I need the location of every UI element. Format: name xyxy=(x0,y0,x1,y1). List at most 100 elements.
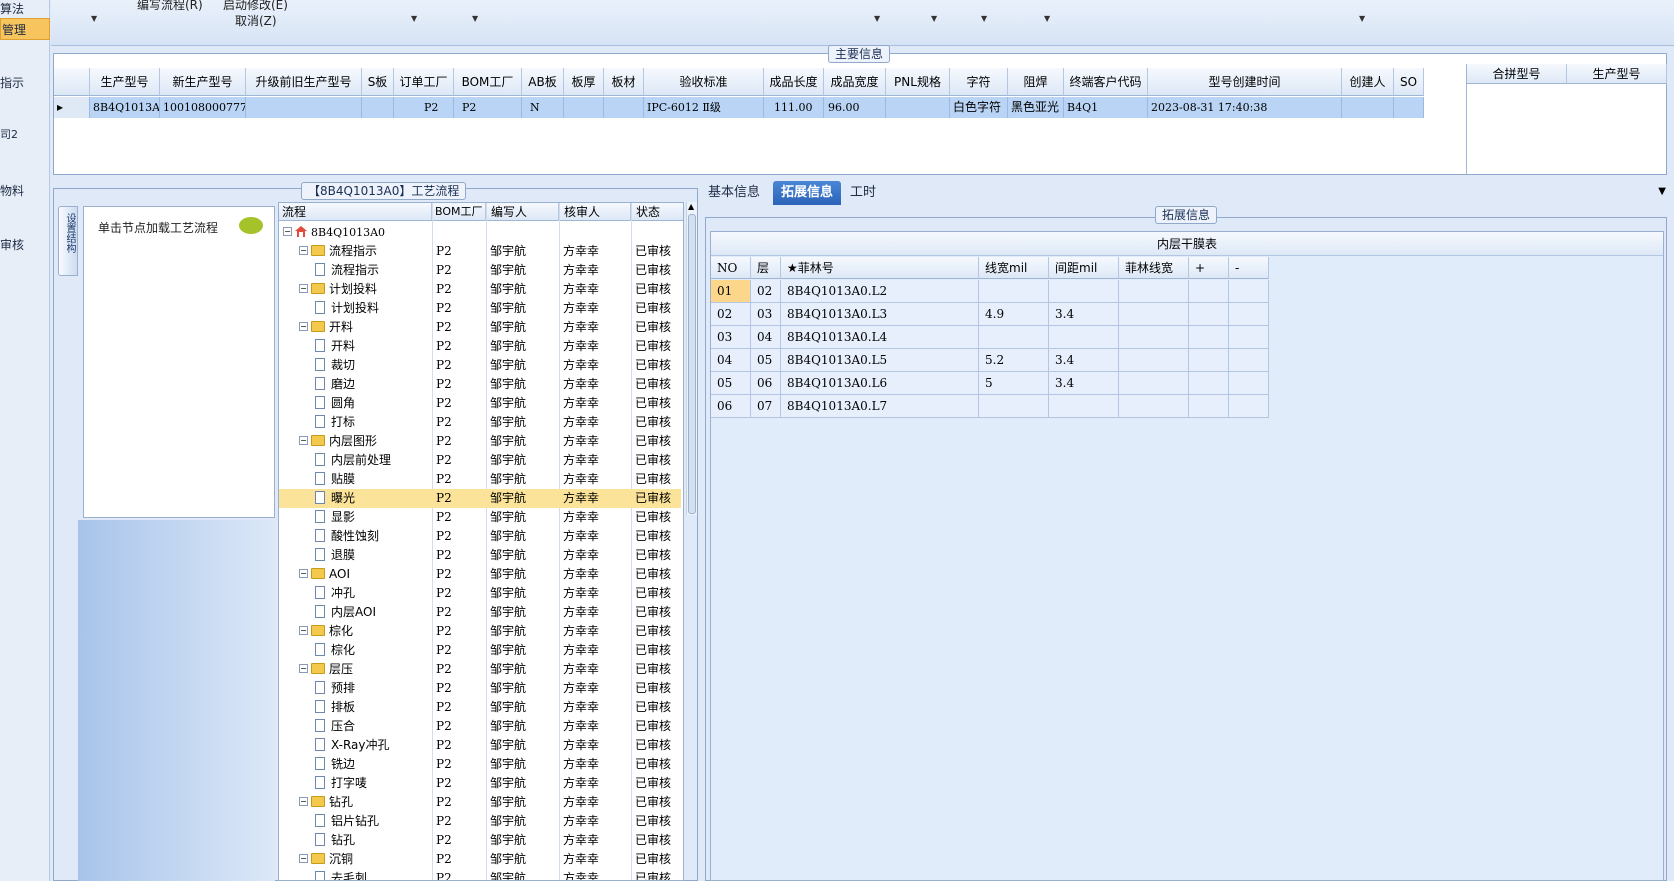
dropdown-arrow-icon[interactable]: ▼ xyxy=(1359,14,1365,23)
tree-step-row[interactable]: 预排 P2 邹宇航 方幸幸 已审核 xyxy=(279,679,681,698)
tree-step-row[interactable]: 排板 P2 邹宇航 方幸幸 已审核 xyxy=(279,698,681,717)
col-header[interactable]: 间距mil xyxy=(1049,257,1119,279)
tab-work-hours[interactable]: 工时 xyxy=(842,181,884,205)
grid-cell[interactable]: 111.00 xyxy=(764,97,824,118)
grid-cell[interactable] xyxy=(564,97,604,118)
col-header[interactable]: 流程 xyxy=(279,203,432,221)
tree-step-row[interactable]: 裁切 P2 邹宇航 方幸幸 已审核 xyxy=(279,356,681,375)
tree-step-row[interactable]: 打字唛 P2 邹宇航 方幸幸 已审核 xyxy=(279,774,681,793)
add-column-header[interactable]: + xyxy=(1189,257,1229,279)
col-header[interactable]: BOM工厂 xyxy=(454,68,522,96)
film-cell[interactable]: 5 xyxy=(979,372,1049,395)
film-cell[interactable] xyxy=(979,280,1049,303)
nav-item-algorithm[interactable]: 算法 xyxy=(0,0,24,17)
film-cell[interactable] xyxy=(1049,326,1119,349)
film-cell[interactable]: 04 xyxy=(751,326,781,349)
film-cell[interactable]: 01 xyxy=(711,280,751,303)
dropdown-arrow-icon[interactable]: ▼ xyxy=(874,14,880,23)
tree-folder-row[interactable]: − 流程指示 P2 邹宇航 方幸幸 已审核 xyxy=(279,242,681,261)
tree-folder-row[interactable]: − 沉铜 P2 邹宇航 方幸幸 已审核 xyxy=(279,850,681,869)
film-cell[interactable] xyxy=(1119,280,1189,303)
grid-cell[interactable] xyxy=(604,97,644,118)
film-cell[interactable] xyxy=(1049,395,1119,418)
film-cell[interactable]: 8B4Q1013A0.L7 xyxy=(781,395,979,418)
film-cell[interactable]: 07 xyxy=(751,395,781,418)
col-header[interactable]: 型号创建时间 xyxy=(1148,68,1342,96)
film-cell[interactable] xyxy=(1049,280,1119,303)
col-header[interactable]: 层 xyxy=(751,257,781,279)
dropdown-arrow-icon[interactable]: ▼ xyxy=(981,14,987,23)
film-cell[interactable]: 06 xyxy=(711,395,751,418)
film-cell[interactable]: 8B4Q1013A0.L6 xyxy=(781,372,979,395)
nav-item-management[interactable]: 管理 xyxy=(0,18,50,40)
tree-step-row[interactable]: 棕化 P2 邹宇航 方幸幸 已审核 xyxy=(279,641,681,660)
film-cell[interactable]: 3.4 xyxy=(1049,372,1119,395)
col-header[interactable]: 成品宽度 xyxy=(824,68,886,96)
col-header[interactable]: 终端客户代码 xyxy=(1064,68,1148,96)
col-header[interactable]: BOM工厂 xyxy=(432,203,486,221)
dropdown-arrow-icon[interactable]: ▼ xyxy=(91,14,97,23)
film-cell[interactable]: 05 xyxy=(711,372,751,395)
film-cell[interactable] xyxy=(1229,326,1269,349)
col-header[interactable]: 合拼型号 xyxy=(1467,64,1567,84)
grid-cell[interactable]: 8B4Q1013A0 xyxy=(90,97,160,118)
col-header[interactable]: 线宽mil xyxy=(979,257,1049,279)
film-cell[interactable] xyxy=(1119,303,1189,326)
film-cell[interactable] xyxy=(1119,326,1189,349)
film-cell[interactable] xyxy=(1119,372,1189,395)
tree-step-row[interactable]: X-Ray冲孔 P2 邹宇航 方幸幸 已审核 xyxy=(279,736,681,755)
tree-step-row[interactable]: 内层AOI P2 邹宇航 方幸幸 已审核 xyxy=(279,603,681,622)
collapse-icon[interactable]: − xyxy=(299,854,308,863)
tree-step-row[interactable]: 铣边 P2 邹宇航 方幸幸 已审核 xyxy=(279,755,681,774)
film-cell[interactable] xyxy=(1229,303,1269,326)
tree-step-row[interactable]: 贴膜 P2 邹宇航 方幸幸 已审核 xyxy=(279,470,681,489)
film-cell[interactable] xyxy=(1229,349,1269,372)
grid-cell[interactable]: IPC-6012 Ⅱ级 xyxy=(644,97,764,118)
col-header[interactable]: 阻焊 xyxy=(1008,68,1064,96)
cancel-button[interactable]: 取消(Z) xyxy=(235,12,277,29)
col-header[interactable]: 核审人 xyxy=(559,203,631,221)
remove-column-header[interactable]: - xyxy=(1229,257,1269,279)
film-cell[interactable]: 5.2 xyxy=(979,349,1049,372)
collapse-icon[interactable]: − xyxy=(283,227,292,236)
film-cell[interactable] xyxy=(1229,395,1269,418)
tree-step-row[interactable]: 冲孔 P2 邹宇航 方幸幸 已审核 xyxy=(279,584,681,603)
tree-step-row[interactable]: 开料 P2 邹宇航 方幸幸 已审核 xyxy=(279,337,681,356)
col-header[interactable]: AB板 xyxy=(522,68,564,96)
film-cell[interactable] xyxy=(979,326,1049,349)
film-cell[interactable] xyxy=(1229,372,1269,395)
col-header[interactable]: PNL规格 xyxy=(886,68,950,96)
film-cell[interactable]: 02 xyxy=(711,303,751,326)
col-header[interactable]: 字符 xyxy=(950,68,1008,96)
collapse-icon[interactable]: − xyxy=(299,626,308,635)
tree-scrollbar[interactable]: ▲ xyxy=(686,202,697,515)
collapse-icon[interactable]: − xyxy=(299,436,308,445)
tree-step-row[interactable]: 铝片钻孔 P2 邹宇航 方幸幸 已审核 xyxy=(279,812,681,831)
col-header[interactable]: 生产型号 xyxy=(90,68,160,96)
nav-item-review[interactable]: 审核 xyxy=(0,236,24,253)
film-cell[interactable]: 04 xyxy=(711,349,751,372)
film-cell[interactable]: 8B4Q1013A0.L5 xyxy=(781,349,979,372)
tree-step-row[interactable]: 曝光 P2 邹宇航 方幸幸 已审核 xyxy=(279,489,681,508)
film-cell[interactable]: 03 xyxy=(711,326,751,349)
col-header[interactable]: SO xyxy=(1394,68,1424,96)
film-cell[interactable] xyxy=(1119,349,1189,372)
tab-basic-info[interactable]: 基本信息 xyxy=(700,181,768,205)
film-cell[interactable] xyxy=(1189,395,1229,418)
scroll-thumb[interactable] xyxy=(688,214,696,514)
col-header[interactable]: 编写人 xyxy=(486,203,559,221)
tree-folder-row[interactable]: − 开料 P2 邹宇航 方幸幸 已审核 xyxy=(279,318,681,337)
grid-cell[interactable] xyxy=(246,97,362,118)
grid-cell[interactable]: 白色字符 xyxy=(950,97,1008,118)
col-header[interactable]: S板 xyxy=(362,68,394,96)
col-header[interactable]: 菲林线宽 xyxy=(1119,257,1189,279)
film-cell[interactable] xyxy=(1189,303,1229,326)
grid-cell[interactable]: P2 xyxy=(394,97,454,118)
tree-step-row[interactable]: 退膜 P2 邹宇航 方幸幸 已审核 xyxy=(279,546,681,565)
grid-cell[interactable] xyxy=(1394,97,1424,118)
dropdown-arrow-icon[interactable]: ▼ xyxy=(1044,14,1050,23)
film-cell[interactable]: 02 xyxy=(751,280,781,303)
row-indicator-icon[interactable]: ▸ xyxy=(54,97,90,118)
col-header[interactable]: 创建人 xyxy=(1342,68,1394,96)
collapse-icon[interactable]: − xyxy=(299,569,308,578)
